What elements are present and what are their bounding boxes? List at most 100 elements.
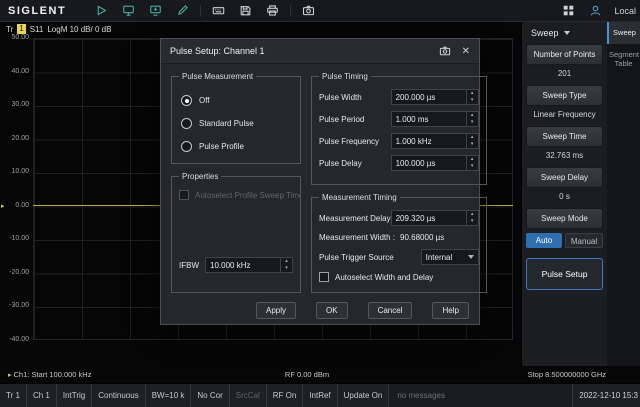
y-axis-tick: 40.00 — [0, 68, 29, 75]
trace-measurement: S11 — [30, 25, 44, 34]
print-icon[interactable] — [263, 2, 282, 19]
spinner-arrows[interactable]: ▴▾ — [466, 211, 478, 225]
reference-level-marker: ▸ — [1, 202, 5, 210]
dialog-title: Pulse Setup: Channel 1 — [170, 46, 439, 56]
properties-title: Properties — [179, 172, 221, 181]
y-axis-tick: -20.00 — [0, 269, 29, 276]
sidebar-item-sweep-type[interactable]: Sweep Type — [526, 85, 603, 106]
status-trace: Tr 1 — [0, 384, 27, 407]
ifbw-input[interactable]: 10.000 kHz ▴▾ — [205, 257, 293, 273]
screenshot-icon[interactable] — [439, 45, 451, 57]
trace-number-chip: 1 — [17, 24, 25, 34]
pulse-trigger-source-select[interactable]: Internal — [421, 249, 479, 265]
spin-down-icon: ▾ — [467, 218, 478, 225]
status-bandwidth: BW=10 k — [146, 384, 192, 407]
tab-segment-table[interactable]: Segment Table — [607, 44, 640, 75]
chevron-down-icon — [468, 255, 474, 259]
autoselect-width-delay-checkbox[interactable]: Autoselect Width and Delay — [319, 272, 479, 282]
toolbar-divider — [290, 5, 291, 17]
ifbw-value: 10.000 kHz — [206, 261, 280, 270]
sweep-mode-auto-button[interactable]: Auto — [526, 233, 562, 248]
user-icon[interactable] — [586, 2, 605, 19]
channel-start-frequency: Ch1: Start 100.000 kHz — [14, 370, 92, 379]
radio-pulse-profile[interactable]: Pulse Profile — [181, 141, 291, 152]
pulse-timing-title: Pulse Timing — [319, 72, 371, 81]
measurement-timing-group: Measurement Timing Measurement Delay 209… — [311, 193, 487, 293]
radio-off[interactable]: Off — [181, 95, 291, 106]
sidebar-item-pulse-setup[interactable]: Pulse Setup — [526, 258, 603, 290]
autoselect-profile-label: Autoselect Profile Sweep Time — [195, 191, 301, 200]
measurement-width-label: Measurement Width : — [319, 233, 395, 242]
checkbox-icon — [179, 190, 189, 200]
pulse-timing-group: Pulse Timing Pulse Width 200.000 µs ▴▾ P… — [311, 72, 487, 185]
spin-down-icon: ▾ — [467, 119, 478, 126]
sidebar-item-sweep-time[interactable]: Sweep Time — [526, 126, 603, 147]
radio-standard-pulse[interactable]: Standard Pulse — [181, 118, 291, 129]
radio-icon — [181, 118, 192, 129]
save-icon[interactable] — [236, 2, 255, 19]
local-status-label: Local — [614, 6, 636, 16]
display-icon[interactable] — [119, 2, 138, 19]
sidebar-item-sweep-delay[interactable]: Sweep Delay — [526, 167, 603, 188]
sidebar-title: Sweep — [531, 28, 559, 38]
tab-sweep[interactable]: Sweep — [607, 22, 640, 44]
y-axis-tick: -10.00 — [0, 235, 29, 242]
top-toolbar: SIGLENT — [0, 0, 640, 22]
pulse-width-value: 200.000 µs — [392, 93, 466, 102]
sidebar-item-sweep-mode[interactable]: Sweep Mode — [526, 208, 603, 229]
pulse-width-label: Pulse Width — [319, 93, 362, 102]
number-of-points-value: 201 — [522, 67, 607, 80]
measurement-delay-input[interactable]: 209.320 µs ▴▾ — [391, 210, 479, 226]
spinner-arrows[interactable]: ▴▾ — [466, 156, 478, 170]
spinner-arrows[interactable]: ▴▾ — [466, 112, 478, 126]
cancel-button[interactable]: Cancel — [368, 302, 413, 319]
spin-down-icon: ▾ — [467, 97, 478, 104]
checkbox-icon — [319, 272, 329, 282]
apps-icon[interactable] — [559, 2, 578, 19]
toolbar-divider — [200, 5, 201, 17]
sidebar-menu-dropdown[interactable]: Sweep — [522, 24, 607, 42]
sidebar-item-number-of-points[interactable]: Number of Points — [526, 44, 603, 65]
pulse-setup-dialog: Pulse Setup: Channel 1 ✕ Pulse Measureme… — [160, 38, 480, 325]
camera-icon[interactable] — [299, 2, 318, 19]
channel-stop-frequency: Stop 8.500000000 GHz — [329, 370, 606, 379]
keyboard-icon[interactable] — [209, 2, 228, 19]
pulse-delay-input[interactable]: 100.000 µs ▴▾ — [391, 155, 479, 171]
sweep-type-value: Linear Frequency — [522, 108, 607, 121]
pulse-frequency-label: Pulse Frequency — [319, 137, 379, 146]
y-axis-tick: 30.00 — [0, 101, 29, 108]
pulse-period-input[interactable]: 1.000 ms ▴▾ — [391, 111, 479, 127]
spin-down-icon: ▾ — [281, 265, 292, 272]
help-button[interactable]: Help — [432, 302, 468, 319]
autoselect-profile-sweep-time-checkbox: Autoselect Profile Sweep Time — [179, 190, 293, 200]
capture-icon[interactable] — [146, 2, 165, 19]
close-icon[interactable]: ✕ — [462, 46, 470, 57]
measurement-timing-title: Measurement Timing — [319, 193, 400, 202]
dialog-button-row: Apply OK Cancel Help — [161, 293, 479, 327]
rf-power-readout: RF 0.00 dBm — [285, 370, 329, 379]
status-trigger: IntTrig — [57, 384, 92, 407]
spinner-arrows[interactable]: ▴▾ — [466, 90, 478, 104]
ok-button[interactable]: OK — [316, 302, 348, 319]
sweep-mode-manual-button[interactable]: Manual — [565, 233, 603, 248]
status-srccal: SrcCal — [230, 384, 267, 407]
annotate-icon[interactable] — [173, 2, 192, 19]
status-update: Update On — [338, 384, 390, 407]
pulse-frequency-input[interactable]: 1.000 kHz ▴▾ — [391, 133, 479, 149]
pulse-trigger-source-value: Internal — [422, 253, 468, 262]
sweep-mode-toggle: Auto Manual — [526, 233, 603, 248]
trigger-icon[interactable] — [92, 2, 111, 19]
pulse-trigger-source-label: Pulse Trigger Source — [319, 253, 394, 262]
spin-down-icon: ▾ — [467, 163, 478, 170]
status-message-area: no messages — [389, 384, 573, 407]
spin-down-icon: ▾ — [467, 141, 478, 148]
properties-group: Properties Autoselect Profile Sweep Time… — [171, 172, 301, 293]
radio-off-label: Off — [199, 96, 210, 105]
spinner-arrows[interactable]: ▴▾ — [466, 134, 478, 148]
pulse-period-value: 1.000 ms — [392, 115, 466, 124]
apply-button[interactable]: Apply — [256, 302, 296, 319]
radio-selected-icon — [181, 95, 192, 106]
pulse-width-input[interactable]: 200.000 µs ▴▾ — [391, 89, 479, 105]
spinner-arrows[interactable]: ▴▾ — [280, 258, 292, 272]
status-reference: IntRef — [303, 384, 337, 407]
